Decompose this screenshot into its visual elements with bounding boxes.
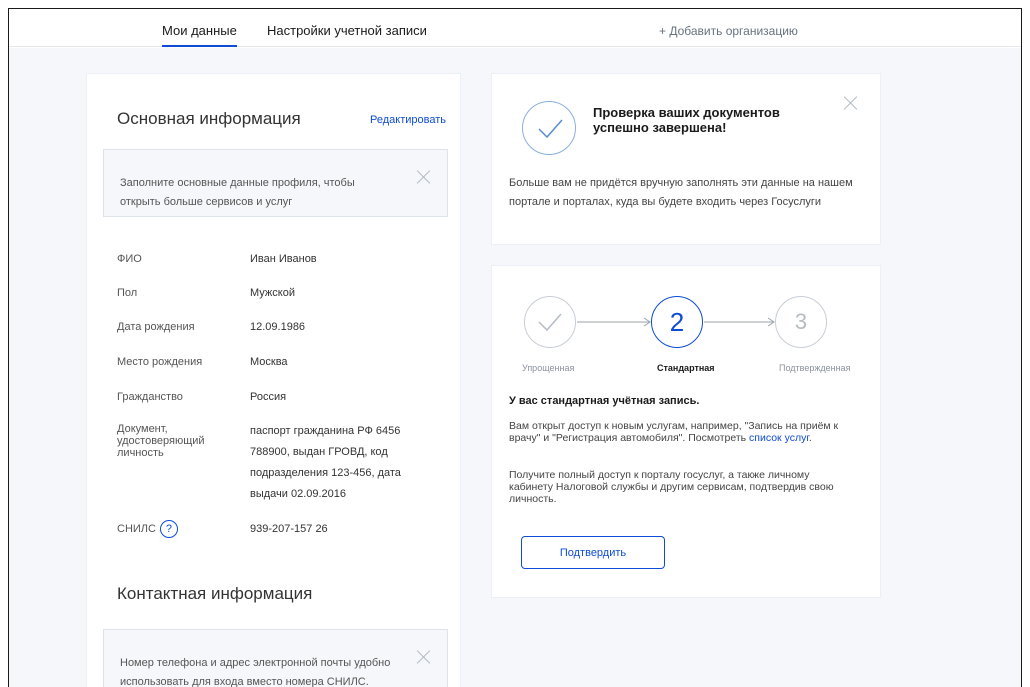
basic-info-title: Основная информация: [117, 109, 301, 128]
profile-notice: Заполните основные данные профиля, чтобы…: [103, 149, 448, 217]
field-value: 939-207-157 26: [250, 523, 328, 535]
field-label: ФИО: [117, 253, 142, 265]
tab-account-settings[interactable]: Настройки учетной записи: [267, 23, 427, 38]
checkmark-icon: [522, 101, 576, 155]
app-frame: Мои данные Настройки учетной записи + До…: [8, 8, 1022, 687]
field-label: Гражданство: [117, 391, 183, 403]
step-label-standard: Стандартная: [657, 363, 715, 373]
step-label-confirmed: Подтвержденная: [779, 363, 851, 373]
confirm-button[interactable]: Подтвердить: [521, 536, 665, 569]
add-organization-link[interactable]: + Добавить организацию: [659, 24, 798, 38]
step-label-simplified: Упрощенная: [522, 363, 575, 373]
profile-notice-text: Заполните основные данные профиля, чтобы…: [120, 177, 355, 208]
field-label: Дата рождения: [117, 321, 195, 333]
step-confirmed-circle: 3: [775, 296, 827, 348]
account-status-title: У вас стандартная учётная запись.: [509, 395, 700, 407]
contact-notice-text: Номер телефона и адрес электронной почты…: [120, 657, 391, 687]
account-level-steps: 2 3: [524, 296, 864, 356]
field-value: паспорт гражданина РФ 6456 788900, выдан…: [250, 425, 401, 500]
services-list-link[interactable]: список услуг: [749, 432, 809, 444]
verification-title: Проверка ваших документов успешно заверш…: [593, 105, 780, 135]
profile-card: Основная информация Редактировать Заполн…: [86, 73, 461, 687]
field-label: Место рождения: [117, 356, 203, 368]
contact-info-title: Контактная информация: [117, 584, 313, 603]
top-navigation: Мои данные Настройки учетной записи + До…: [9, 9, 1021, 47]
snils-label: СНИЛС: [117, 522, 156, 535]
close-icon[interactable]: [417, 650, 431, 664]
account-level-card: 2 3 Упрощенная Стандартная Подтвержденна…: [491, 265, 881, 598]
field-value: 12.09.1986: [250, 321, 306, 333]
period: .: [808, 432, 812, 444]
step-standard-circle: 2: [651, 296, 703, 348]
field-label: Пол: [117, 287, 138, 299]
tab-my-data[interactable]: Мои данные: [162, 23, 237, 47]
verification-text: Больше вам не придётся вручную заполнять…: [509, 177, 853, 208]
field-label: Документ, удостоверяющий личность: [117, 423, 205, 459]
field-value: Иван Иванов: [250, 253, 317, 265]
main-content: Основная информация Редактировать Заполн…: [9, 48, 1021, 687]
contact-notice: Номер телефона и адрес электронной почты…: [103, 629, 448, 687]
close-icon[interactable]: [417, 170, 431, 184]
close-icon[interactable]: [844, 96, 858, 110]
field-value: Россия: [250, 391, 287, 403]
account-status-text: Вам открыт доступ к новым услугам, напри…: [509, 420, 849, 444]
help-icon[interactable]: ?: [159, 520, 178, 538]
full-access-text: Получите полный доступ к порталу госуслу…: [509, 469, 834, 505]
field-label: СНИЛС?: [117, 520, 237, 538]
verification-card: Проверка ваших документов успешно заверш…: [491, 73, 881, 245]
edit-link[interactable]: Редактировать: [370, 114, 446, 126]
field-value: Москва: [250, 356, 288, 368]
field-value: Мужской: [250, 287, 295, 299]
